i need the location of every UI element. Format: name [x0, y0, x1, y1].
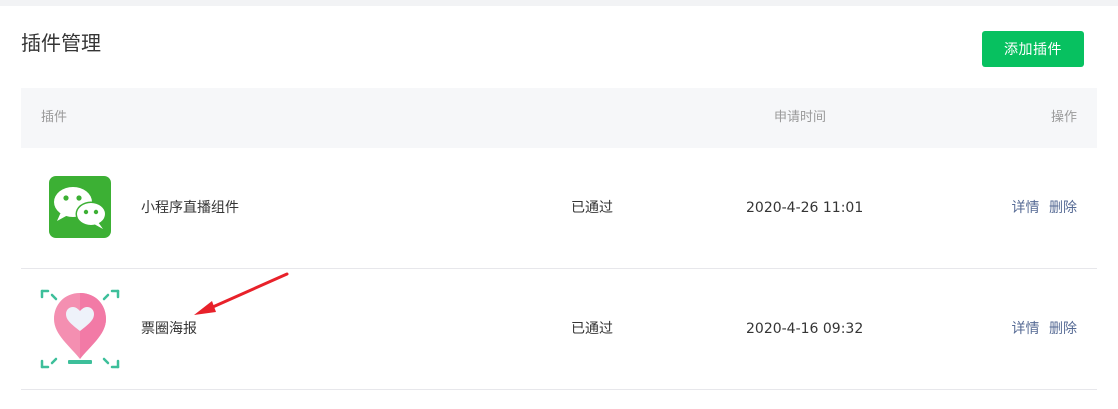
table-header: 插件 申请时间 操作 — [21, 88, 1097, 148]
page-title: 插件管理 — [21, 31, 101, 55]
column-header-apply-time: 申请时间 — [774, 110, 827, 125]
detail-link[interactable]: 详情 — [1012, 321, 1040, 337]
apply-time: 2020-4-26 11:01 — [746, 200, 864, 216]
apply-time: 2020-4-16 09:32 — [746, 321, 864, 337]
column-header-plugin: 插件 — [41, 110, 68, 125]
detail-link[interactable]: 详情 — [1012, 200, 1040, 216]
delete-link[interactable]: 删除 — [1049, 200, 1077, 216]
column-header-operation: 操作 — [1050, 110, 1077, 125]
add-plugin-button[interactable]: 添加插件 — [982, 31, 1084, 67]
table-row: 小程序直播组件 已通过 2020-4-26 11:01 详情 删除 — [21, 148, 1097, 269]
row-actions: 详情 删除 — [1012, 319, 1077, 339]
status-text: 已通过 — [571, 200, 613, 216]
table-row: 票圈海报 已通过 2020-4-16 09:32 详情 删除 — [21, 269, 1097, 390]
location-heart-icon — [40, 289, 120, 369]
row-actions: 详情 删除 — [1012, 198, 1077, 218]
top-strip — [0, 0, 1118, 6]
delete-link[interactable]: 删除 — [1049, 321, 1077, 337]
plugin-name: 票圈海报 — [141, 321, 197, 337]
wechat-icon — [40, 168, 120, 248]
plugin-name: 小程序直播组件 — [141, 200, 239, 216]
status-text: 已通过 — [571, 321, 613, 337]
